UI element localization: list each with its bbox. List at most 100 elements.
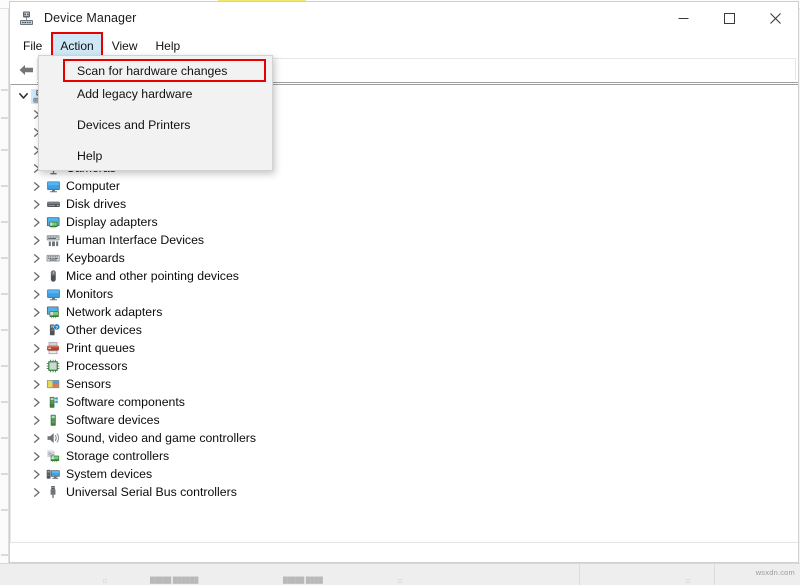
tree-item[interactable]: Display adapters	[11, 213, 798, 231]
chevron-right-icon[interactable]	[29, 218, 45, 227]
keyboard-icon	[45, 251, 62, 266]
title-bar: Device Manager	[10, 2, 798, 34]
menu-file-label: File	[23, 39, 42, 53]
network-adapter-icon	[45, 305, 62, 320]
watermark: wsxdn.com	[756, 568, 795, 577]
tree-item[interactable]: Monitors	[11, 285, 798, 303]
other-device-icon: ?	[45, 323, 62, 338]
menu-help-label: Help	[156, 39, 181, 53]
menu-bar: File Action View Help	[10, 34, 798, 57]
tree-item[interactable]: Universal Serial Bus controllers	[11, 483, 798, 501]
tree-item-label: Print queues	[62, 341, 135, 355]
tree-item[interactable]: Sound, video and game controllers	[11, 429, 798, 447]
menu-view[interactable]: View	[103, 34, 147, 57]
tree-item-label: Network adapters	[62, 305, 162, 319]
chevron-right-icon[interactable]	[29, 380, 45, 389]
tree-item-label: Sound, video and game controllers	[62, 431, 256, 445]
software-device-icon	[45, 413, 62, 428]
chevron-right-icon[interactable]	[29, 416, 45, 425]
tree-item-label: Sensors	[62, 377, 111, 391]
svg-text:?: ?	[55, 324, 58, 330]
chevron-right-icon[interactable]	[29, 290, 45, 299]
action-menu-item-label: Add legacy hardware	[77, 87, 193, 101]
action-menu-item[interactable]: Add legacy hardware	[39, 82, 272, 105]
menu-help[interactable]: Help	[147, 34, 190, 57]
action-menu-item-label: Scan for hardware changes	[77, 64, 227, 78]
system-device-icon	[45, 467, 62, 482]
speaker-icon	[45, 431, 62, 446]
back-button[interactable]	[14, 59, 38, 81]
chevron-right-icon[interactable]	[29, 470, 45, 479]
action-menu-item-label: Help	[77, 149, 102, 163]
chevron-right-icon[interactable]	[29, 344, 45, 353]
tree-item[interactable]: Processors	[11, 357, 798, 375]
tree-item[interactable]: Keyboards	[11, 249, 798, 267]
monitor-icon	[45, 287, 62, 302]
background-bottom-bar: □ █████ ██████ █████ ████ □ □	[0, 563, 800, 585]
tree-item[interactable]: ? Other devices	[11, 321, 798, 339]
chevron-right-icon[interactable]	[29, 182, 45, 191]
chevron-right-icon[interactable]	[29, 200, 45, 209]
chevron-right-icon[interactable]	[29, 272, 45, 281]
chevron-down-icon[interactable]	[15, 92, 31, 100]
tree-item[interactable]: Sensors	[11, 375, 798, 393]
display-adapter-icon	[45, 215, 62, 230]
minimize-button[interactable]	[660, 2, 706, 34]
maximize-button[interactable]	[706, 2, 752, 34]
chevron-right-icon[interactable]	[29, 326, 45, 335]
tree-item-label: Monitors	[62, 287, 113, 301]
tree-item[interactable]: Print queues	[11, 339, 798, 357]
chevron-right-icon[interactable]	[29, 488, 45, 497]
tree-item[interactable]: Mice and other pointing devices	[11, 267, 798, 285]
chevron-right-icon[interactable]	[29, 254, 45, 263]
window-title: Device Manager	[44, 11, 136, 25]
tree-item[interactable]: Network adapters	[11, 303, 798, 321]
tree-item-label: System devices	[62, 467, 152, 481]
tree-item-label: Other devices	[62, 323, 142, 337]
menu-separator	[39, 136, 272, 144]
menu-separator	[39, 105, 272, 113]
tree-item[interactable]: System devices	[11, 465, 798, 483]
hid-icon	[45, 233, 62, 248]
tree-item[interactable]: Software components	[11, 393, 798, 411]
tree-item-label: Storage controllers	[62, 449, 169, 463]
monitor-icon	[45, 179, 62, 194]
window-controls	[660, 2, 798, 34]
processor-icon	[45, 359, 62, 374]
tree-item-label: Computer	[62, 179, 120, 193]
action-menu-item[interactable]: Help	[39, 144, 272, 167]
chevron-right-icon[interactable]	[29, 434, 45, 443]
chevron-right-icon[interactable]	[29, 236, 45, 245]
tree-item[interactable]: Computer	[11, 177, 798, 195]
background-left-column	[0, 9, 9, 579]
tree-item-label: Software components	[62, 395, 185, 409]
chevron-right-icon[interactable]	[29, 362, 45, 371]
mouse-icon	[45, 269, 62, 284]
action-menu-item[interactable]: Devices and Printers	[39, 113, 272, 136]
tree-item[interactable]: Disk drives	[11, 195, 798, 213]
tree-item-label: Mice and other pointing devices	[62, 269, 239, 283]
action-menu-item[interactable]: Scan for hardware changes	[39, 59, 272, 82]
tree-item[interactable]: Software devices	[11, 411, 798, 429]
menu-action[interactable]: Action	[51, 34, 102, 57]
device-manager-icon	[18, 10, 35, 27]
tree-item-label: Disk drives	[62, 197, 126, 211]
tree-item[interactable]: Human Interface Devices	[11, 231, 798, 249]
chevron-right-icon[interactable]	[29, 398, 45, 407]
chevron-right-icon[interactable]	[29, 452, 45, 461]
storage-controller-icon	[45, 449, 62, 464]
tree-item-label: Universal Serial Bus controllers	[62, 485, 237, 499]
chevron-right-icon[interactable]	[29, 308, 45, 317]
menu-view-label: View	[112, 39, 138, 53]
menu-file[interactable]: File	[14, 34, 51, 57]
tree-item[interactable]: Storage controllers	[11, 447, 798, 465]
close-button[interactable]	[752, 2, 798, 34]
usb-icon	[45, 485, 62, 500]
tree-item-label: Keyboards	[62, 251, 125, 265]
tree-item-label: Human Interface Devices	[62, 233, 204, 247]
tree-item-label: Processors	[62, 359, 128, 373]
tree-item-label: Software devices	[62, 413, 160, 427]
sensor-icon	[45, 377, 62, 392]
menu-action-label: Action	[60, 39, 93, 53]
tree-item-label: Display adapters	[62, 215, 158, 229]
